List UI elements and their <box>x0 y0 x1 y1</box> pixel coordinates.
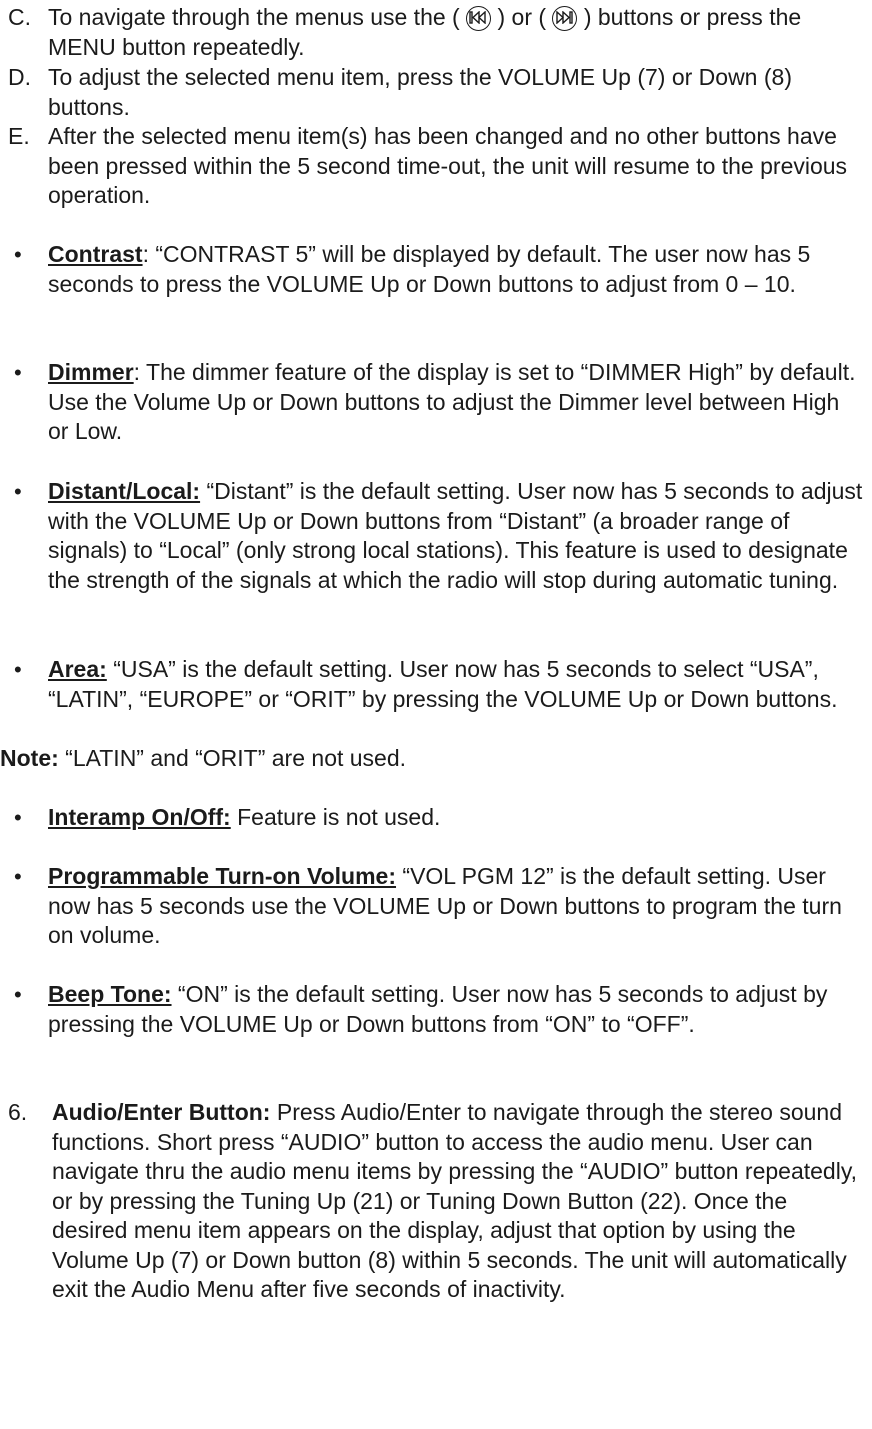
list-label: D. <box>8 64 31 90</box>
item-number: 6. <box>8 1099 28 1125</box>
bullet-glyph: • <box>14 657 22 682</box>
item-title: Audio/Enter Button: <box>52 1099 271 1125</box>
setting-title: Beep Tone: <box>48 981 172 1007</box>
list-text: To navigate through the menus use the ( … <box>48 4 802 60</box>
item-description: Press Audio/Enter to navigate through th… <box>52 1099 858 1302</box>
setting-title: Contrast <box>48 241 143 267</box>
bullet-glyph: • <box>14 479 22 504</box>
bullet-glyph: • <box>14 982 22 1007</box>
setting-title: Interamp On/Off: <box>48 804 231 830</box>
next-track-icon <box>552 6 578 31</box>
setting-title: Programmable Turn-on Volume: <box>48 863 397 889</box>
setting-description: “CONTRAST 5” will be displayed by defaul… <box>48 241 811 297</box>
setting-description: The dimmer feature of the display is set… <box>48 359 856 444</box>
setting-title: Distant/Local: <box>48 478 201 504</box>
setting-title: Area: <box>48 656 107 682</box>
list-text: After the selected menu item(s) has been… <box>48 123 848 208</box>
setting-description: Feature is not used. <box>237 804 441 830</box>
setting-title: Dimmer <box>48 359 134 385</box>
note-label: Note: <box>0 745 59 771</box>
bullet-glyph: • <box>14 360 22 385</box>
bullet-glyph: • <box>14 805 22 830</box>
previous-track-icon <box>466 6 492 31</box>
bullet-glyph: • <box>14 864 22 889</box>
setting-description: “USA” is the default setting. User now h… <box>48 656 838 712</box>
list-label: E. <box>8 123 30 149</box>
note-text: “LATIN” and “ORIT” are not used. <box>58 745 407 771</box>
list-text: To adjust the selected menu item, press … <box>48 64 792 120</box>
list-label: C. <box>8 4 31 30</box>
bullet-glyph: • <box>14 242 22 267</box>
